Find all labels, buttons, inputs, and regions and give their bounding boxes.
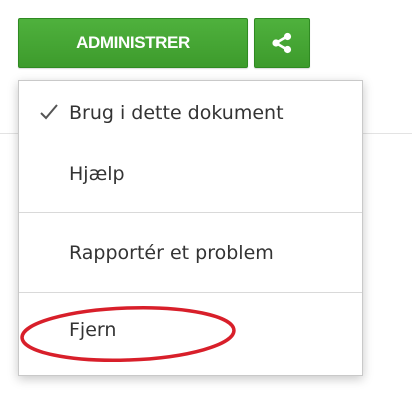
menu-item-label: Rapportér et problem	[69, 242, 274, 264]
menu-item-label: Hjælp	[69, 163, 125, 185]
menu-item-label: Brug i dette dokument	[69, 102, 284, 124]
share-icon	[271, 32, 293, 54]
administrer-button[interactable]: ADMINISTRER	[18, 18, 248, 68]
menu-separator	[19, 292, 362, 293]
page: ADMINISTRER Brug i dette dokument Hjælp …	[0, 0, 412, 398]
menu-item-use-in-document[interactable]: Brug i dette dokument	[19, 87, 362, 139]
menu-item-label: Fjern	[69, 319, 117, 341]
menu-item-remove[interactable]: Fjern	[19, 304, 362, 356]
menu-item-help[interactable]: Hjælp	[19, 148, 362, 200]
administrer-button-label: ADMINISTRER	[76, 33, 190, 52]
addin-toolbar: ADMINISTRER	[18, 18, 310, 68]
menu-item-report-problem[interactable]: Rapportér et problem	[19, 227, 362, 279]
share-button[interactable]	[254, 18, 310, 68]
checkmark-icon	[39, 103, 59, 126]
dropdown-menu: Brug i dette dokument Hjælp Rapportér et…	[18, 80, 363, 376]
menu-separator	[19, 212, 362, 213]
